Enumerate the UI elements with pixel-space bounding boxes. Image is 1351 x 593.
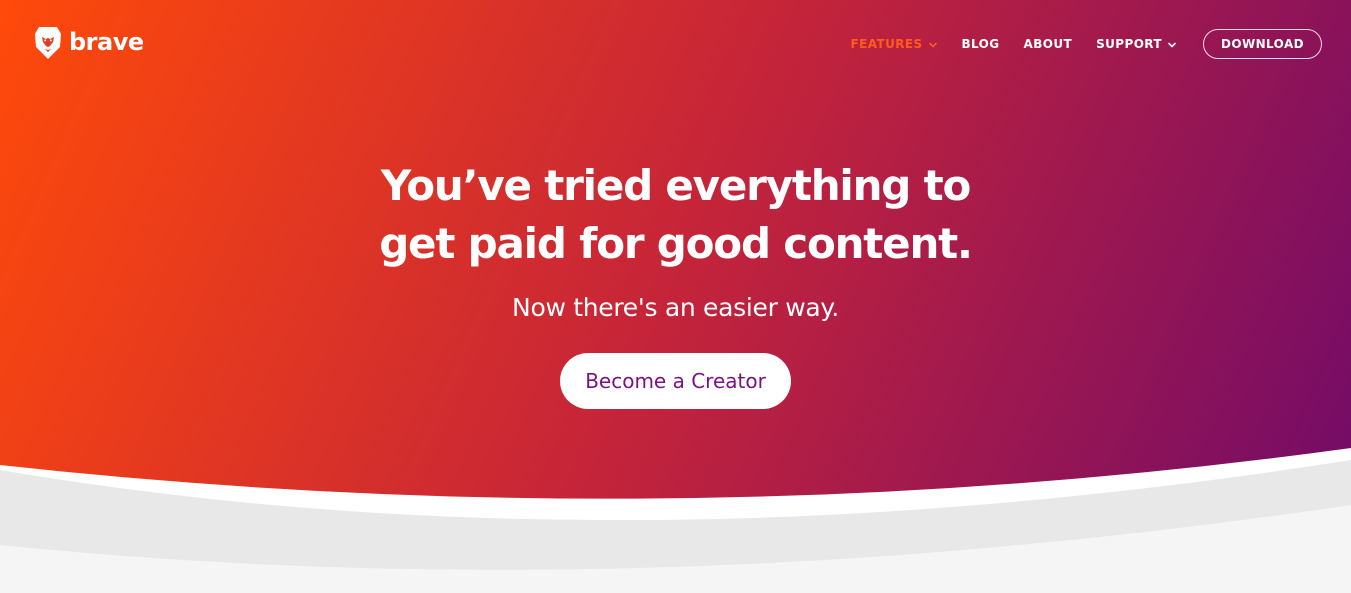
hero-headline-line-1: You’ve tried everything to [380, 161, 971, 210]
chevron-down-icon [928, 42, 937, 47]
nav-item-features[interactable]: FEATURES [851, 37, 938, 51]
nav-item-about[interactable]: ABOUT [1024, 37, 1073, 51]
top-navigation: brave FEATURES BLOG ABOUT SUPPORT DOWNLO… [0, 0, 1351, 88]
hero-content: You’ve tried everything to get paid for … [0, 157, 1351, 409]
hero-headline-line-2: get paid for good content. [379, 219, 973, 268]
nav-item-label: FEATURES [850, 37, 923, 51]
nav-item-label: SUPPORT [1096, 37, 1162, 51]
brave-logo[interactable]: brave [33, 25, 144, 61]
main-nav: FEATURES BLOG ABOUT SUPPORT DOWNLOAD [827, 29, 1322, 59]
lion-icon [35, 27, 61, 59]
nav-item-support[interactable]: SUPPORT [1096, 37, 1177, 51]
nav-item-blog[interactable]: BLOG [962, 37, 1000, 51]
page: brave FEATURES BLOG ABOUT SUPPORT DOWNLO… [0, 0, 1351, 593]
chevron-down-icon [1168, 42, 1176, 47]
brand-name: brave [69, 28, 144, 56]
nav-item-label: ABOUT [1023, 37, 1073, 51]
hero-headline: You’ve tried everything to get paid for … [0, 157, 1351, 273]
become-creator-button[interactable]: Become a Creator [560, 353, 791, 409]
download-button[interactable]: DOWNLOAD [1203, 29, 1322, 59]
nav-item-label: BLOG [961, 37, 1000, 51]
hero-subheadline: Now there's an easier way. [512, 293, 839, 322]
